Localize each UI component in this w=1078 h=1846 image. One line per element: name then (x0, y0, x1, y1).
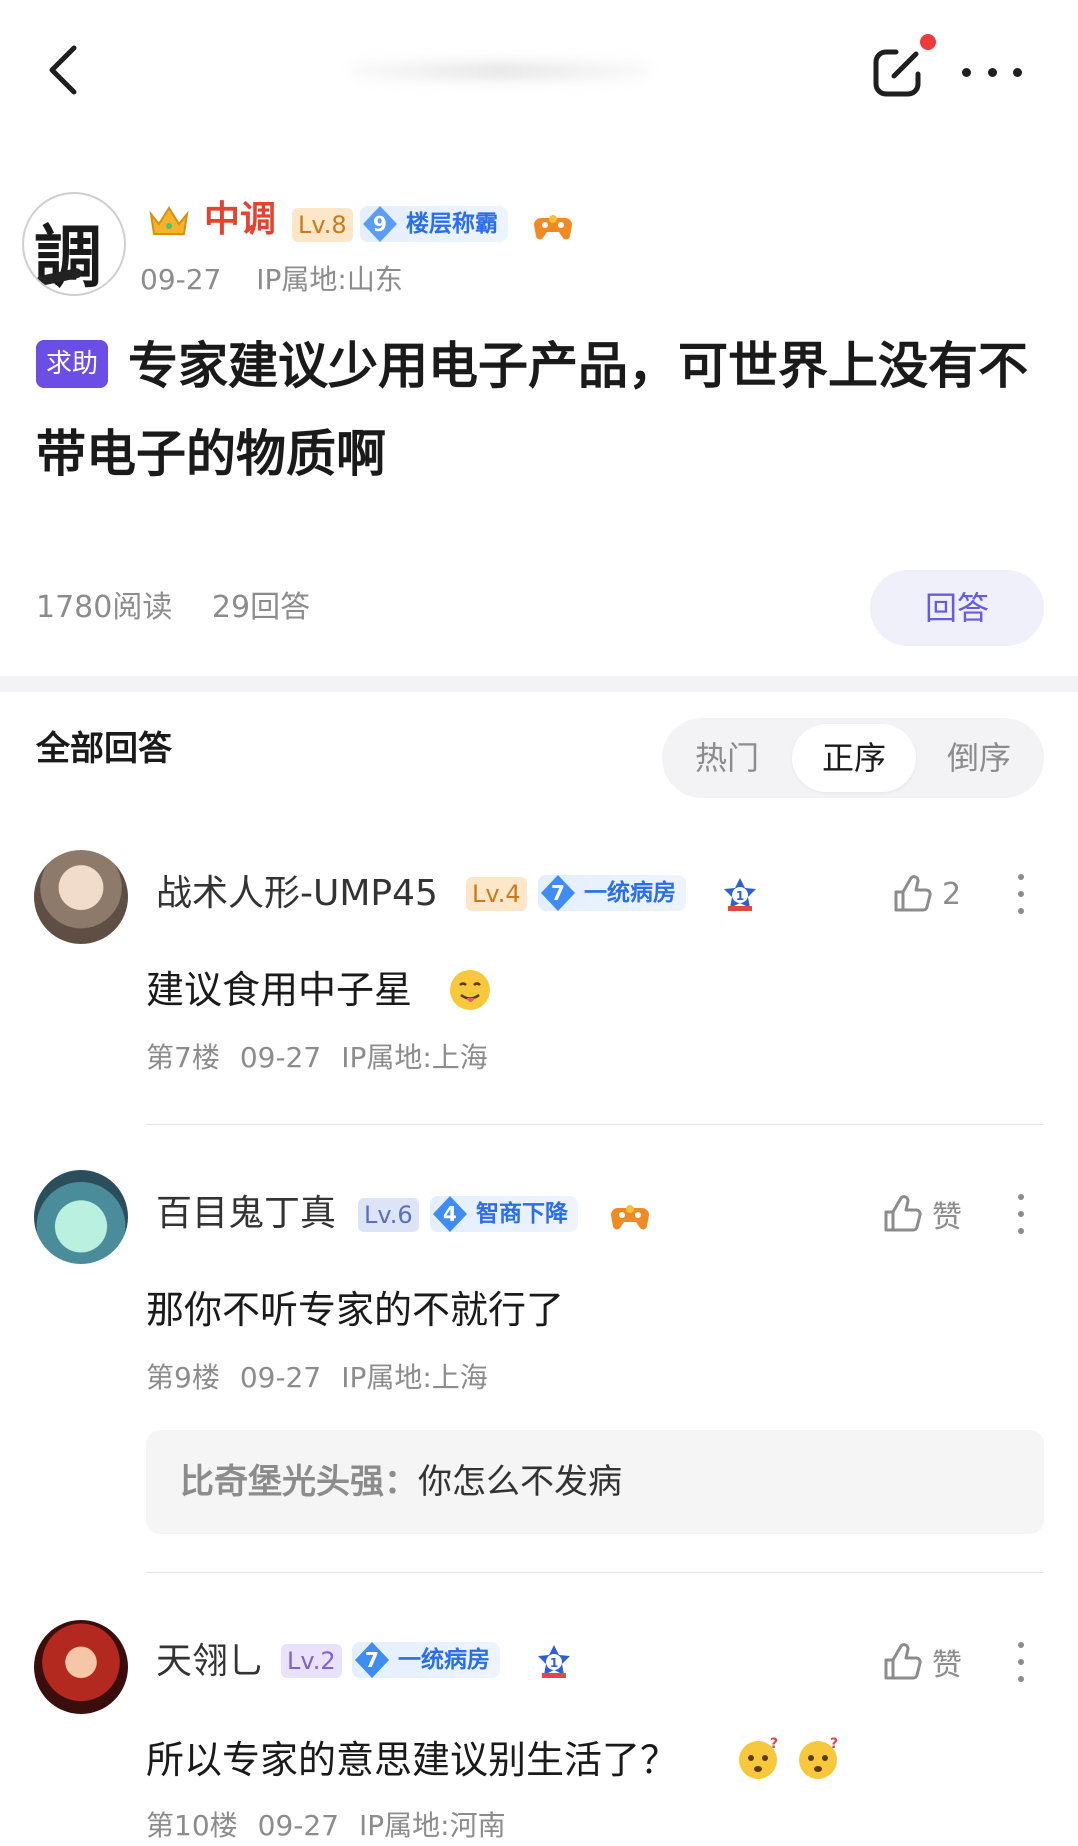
level-badge: Lv.4 (466, 877, 527, 911)
read-count: 1780阅读 (36, 590, 173, 625)
sort-ascending[interactable]: 正序 (792, 724, 916, 792)
reply-meta: 第10楼 09-27 IP属地:河南 (146, 1809, 506, 1842)
svg-text:?: ? (770, 1736, 778, 1752)
reply-content: 所以专家的意思建议别生活了？ (146, 1738, 679, 1782)
reply-avatar[interactable] (34, 1620, 128, 1714)
author-avatar[interactable]: 調 (22, 192, 126, 296)
level-badge: Lv.8 (292, 208, 353, 242)
kebab-icon[interactable] (1016, 1194, 1026, 1234)
thumbs-up-icon (894, 875, 932, 912)
diamond-icon: 9 (360, 204, 400, 244)
svg-text:?: ? (830, 1736, 838, 1752)
kebab-icon[interactable] (1016, 874, 1026, 914)
reply-meta: 第7楼 09-27 IP属地:上海 (146, 1041, 488, 1074)
svg-text:1: 1 (736, 889, 744, 903)
level-badge: Lv.2 (281, 1644, 342, 1678)
title-badge: 7 一统病房 (352, 1642, 500, 1678)
level-badge: Lv.6 (358, 1198, 419, 1232)
notification-dot (920, 34, 936, 50)
sort-descending[interactable]: 倒序 (934, 718, 1024, 798)
emoji-tongue-icon (448, 968, 492, 1012)
thumbs-up-icon (884, 1195, 922, 1232)
sort-segmented-control: 热门 正序 倒序 (662, 718, 1044, 798)
all-answers-title: 全部回答 (36, 729, 172, 769)
section-divider (0, 676, 1078, 692)
help-tag: 求助 (36, 340, 109, 388)
answer-count: 29回答 (211, 590, 311, 625)
post-date: 09-27 (140, 263, 222, 296)
like-button[interactable]: 赞 (880, 1640, 962, 1684)
top-bar (0, 0, 1078, 150)
post-stats: 1780阅读 29回答 (36, 588, 340, 628)
like-button[interactable]: 赞 (880, 1192, 962, 1236)
medal-icon: 1 (720, 875, 760, 915)
reply-avatar[interactable] (34, 850, 128, 944)
title-badge: 4 智商下降 (430, 1196, 578, 1232)
svg-text:1: 1 (550, 1656, 558, 1670)
reply-username[interactable]: 天翎乚 (156, 1638, 264, 1686)
reply-meta: 第9楼 09-27 IP属地:上海 (146, 1361, 488, 1394)
reply-content: 那你不听专家的不就行了 (146, 1288, 565, 1332)
gamepad-icon (533, 210, 573, 242)
back-arrow-icon[interactable] (40, 40, 90, 100)
crown-icon (148, 204, 190, 238)
edit-icon[interactable] (866, 40, 930, 104)
blurred-title (350, 62, 650, 80)
diamond-icon: 7 (538, 873, 578, 913)
reply-username[interactable]: 百目鬼丁真 (156, 1190, 336, 1238)
title-badge: 9 楼层称霸 (360, 206, 508, 242)
reply-separator (146, 1124, 1044, 1125)
emoji-question-icon: ? (796, 1736, 840, 1780)
sub-reply[interactable]: 比奇堡光头强：你怎么不发病 (146, 1430, 1044, 1534)
sub-reply-username[interactable]: 比奇堡光头强： (180, 1462, 418, 1502)
kebab-icon[interactable] (1016, 1642, 1026, 1682)
gamepad-icon (610, 1200, 650, 1232)
more-icon[interactable] (962, 60, 1022, 84)
reply-username[interactable]: 战术人形-UMP45 (156, 870, 438, 918)
diamond-icon: 7 (352, 1640, 392, 1680)
answer-button[interactable]: 回答 (870, 570, 1044, 646)
reply-avatar[interactable] (34, 1170, 128, 1264)
sort-hot[interactable]: 热门 (682, 718, 772, 798)
post-title: 专家建议少用电子产品，可世界上没有不带电子的物质啊 (36, 337, 1028, 483)
thumbs-up-icon (884, 1643, 922, 1680)
reply-separator (146, 1572, 1044, 1573)
emoji-question-icon: ? (736, 1736, 780, 1780)
medal-icon: 1 (534, 1642, 574, 1682)
post-meta: 09-27 IP属地:山东 (140, 262, 429, 298)
reply-content: 建议食用中子星 (146, 968, 413, 1012)
author-name[interactable]: 中调 (204, 196, 276, 244)
diamond-icon: 4 (430, 1194, 470, 1234)
like-button[interactable]: 2 (890, 872, 961, 916)
sub-reply-text: 你怎么不发病 (418, 1462, 622, 1502)
post-ip: IP属地:山东 (256, 263, 403, 296)
title-badge: 7 一统病房 (538, 875, 686, 911)
